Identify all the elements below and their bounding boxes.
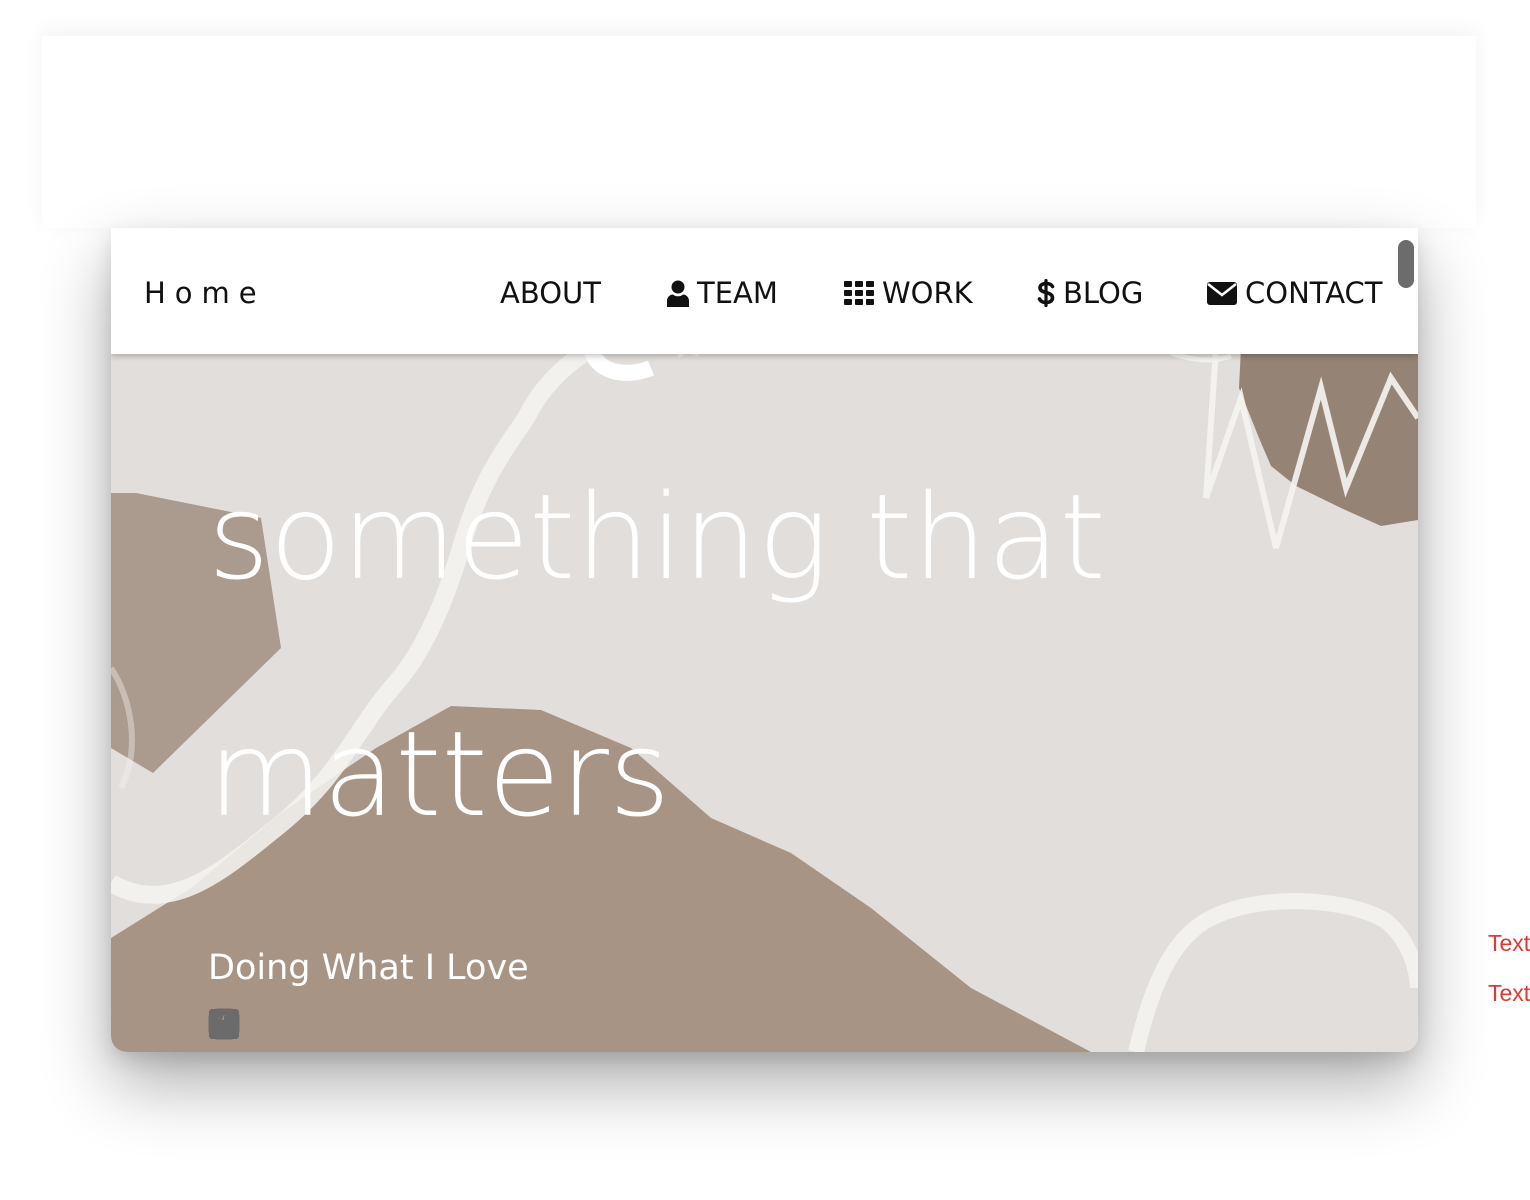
hero-tagline: Doing What I Love [208, 948, 529, 988]
nav-contact[interactable]: CONTACT [1207, 276, 1383, 310]
nav-about[interactable]: ABOUT [500, 276, 601, 310]
top-blank-panel [42, 36, 1476, 228]
user-icon [667, 280, 689, 307]
nav-work[interactable]: WORK [844, 276, 973, 310]
brand-home-link[interactable]: Home [144, 276, 266, 310]
nav-contact-label: CONTACT [1245, 276, 1383, 310]
hero-headline-line-1: something that [208, 468, 1106, 606]
nav-team-label: TEAM [697, 276, 778, 310]
nav-work-label: WORK [882, 276, 973, 310]
grid-icon [844, 281, 874, 305]
side-text-1: Text [1488, 930, 1530, 956]
side-text-2: Text [1488, 980, 1530, 1006]
hero-headline-line-2: matters [208, 705, 671, 843]
dollar-icon [1037, 278, 1055, 308]
envelope-icon [1207, 281, 1237, 305]
top-navbar: Home ABOUT TEAM WORK BLOG CONTACT [111, 228, 1418, 354]
nav-about-label: ABOUT [500, 276, 601, 310]
nav-blog[interactable]: BLOG [1037, 276, 1143, 310]
scrollbar-thumb[interactable] [1398, 240, 1414, 288]
nav-team[interactable]: TEAM [667, 276, 778, 310]
nav-blog-label: BLOG [1063, 276, 1144, 310]
browser-window: something that matters Doing What I Love [111, 228, 1418, 1052]
